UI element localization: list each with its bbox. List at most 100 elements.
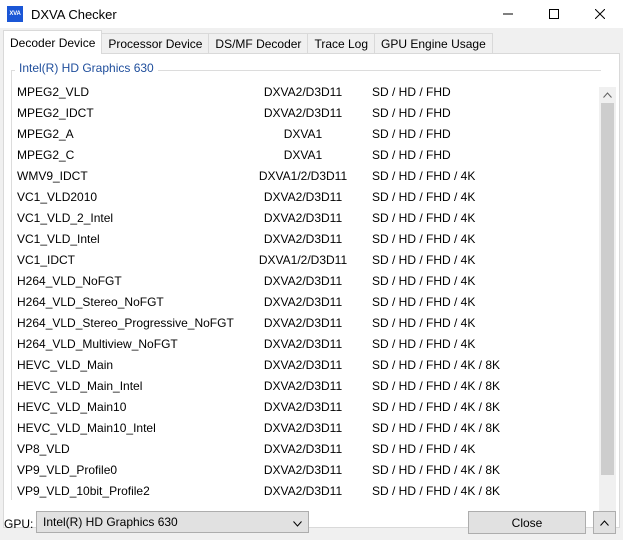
decoder-api: DXVA2/D3D11 (263, 190, 343, 204)
minimize-button[interactable] (485, 0, 531, 28)
gpu-select[interactable]: Intel(R) HD Graphics 630 (36, 511, 309, 533)
decoder-name: MPEG2_VLD (17, 85, 90, 99)
decoder-resolutions: SD / HD / FHD (372, 148, 451, 162)
window-title: DXVA Checker (31, 6, 117, 22)
decoder-resolutions: SD / HD / FHD (372, 85, 451, 99)
decoder-api: DXVA2/D3D11 (263, 463, 343, 477)
tab-decoder-device[interactable]: Decoder Device (3, 30, 103, 54)
chevron-down-icon (293, 516, 302, 530)
decoder-api: DXVA2/D3D11 (263, 337, 343, 351)
decoder-row[interactable]: HEVC_VLD_Main DXVA2/D3D11 SD / HD / FHD / … (10, 355, 600, 376)
decoder-resolutions: SD / HD / FHD / 4K (372, 337, 476, 351)
tab-trace-log[interactable]: Trace Log (307, 33, 376, 54)
decoder-row[interactable]: H264_VLD_Stereo_NoFGT DXVA2/D3D11 SD / HD … (10, 292, 600, 313)
decoder-row[interactable]: HEVC_VLD_Main_Intel DXVA2/D3D11 SD / HD / … (10, 376, 600, 397)
decoder-resolutions: SD / HD / FHD / 4K (372, 169, 476, 183)
decoder-resolutions: SD / HD / FHD / 4K / 8K (372, 358, 501, 372)
decoder-row[interactable]: WMV9_IDCT DXVA1/2/D3D11 SD / HD / FHD / 4K (10, 166, 600, 187)
decoder-name: H264_VLD_NoFGT (17, 274, 122, 288)
decoder-resolutions: SD / HD / FHD / 4K / 8K (372, 421, 501, 435)
gpu-select-value: Intel(R) HD Graphics 630 (43, 515, 178, 529)
decoder-row[interactable]: VC1_VLD_2_Intel DXVA2/D3D11 SD / HD / FHD … (10, 208, 600, 229)
decoder-resolutions: SD / HD / FHD / 4K (372, 211, 476, 225)
decoder-row[interactable]: HEVC_VLD_Main10_Intel DXVA2/D3D11 SD / HD … (10, 418, 600, 439)
tab-processor-device[interactable]: Processor Device (101, 33, 210, 54)
decoder-resolutions: SD / HD / FHD / 4K (372, 295, 476, 309)
decoder-name: H264_VLD_Stereo_NoFGT (17, 295, 164, 309)
decoder-api: DXVA1 (283, 148, 323, 162)
decoder-name: VP9_VLD_Profile0 (17, 463, 118, 477)
vertical-scrollbar[interactable] (599, 87, 616, 527)
decoder-api: DXVA2/D3D11 (263, 316, 343, 330)
expand-button[interactable] (593, 511, 616, 534)
decoder-api: DXVA2/D3D11 (263, 274, 343, 288)
decoder-api: DXVA1/2/D3D11 (258, 169, 348, 183)
scroll-thumb[interactable] (601, 103, 614, 475)
decoder-name: HEVC_VLD_Main (17, 358, 114, 372)
decoder-resolutions: SD / HD / FHD (372, 127, 451, 141)
decoder-row[interactable]: MPEG2_A DXVA1 SD / HD / FHD (10, 124, 600, 145)
decoder-name: VP8_VLD (17, 442, 70, 456)
decoder-name: HEVC_VLD_Main10_Intel (17, 421, 156, 435)
decoder-api: DXVA2/D3D11 (263, 106, 343, 120)
close-button[interactable]: Close (468, 511, 586, 534)
decoder-resolutions: SD / HD / FHD / 4K / 8K (372, 400, 501, 414)
gpu-label: GPU: (4, 517, 34, 531)
chevron-up-icon (603, 92, 612, 98)
decoder-resolutions: SD / HD / FHD / 4K / 8K (372, 484, 501, 498)
decoder-row[interactable]: VC1_VLD2010 DXVA2/D3D11 SD / HD / FHD / 4K (10, 187, 600, 208)
maximize-button[interactable] (531, 0, 577, 28)
decoder-row[interactable]: VC1_VLD_Intel DXVA2/D3D11 SD / HD / FHD / … (10, 229, 600, 250)
decoder-row[interactable]: H264_VLD_Stereo_Progressive_NoFGT DXVA2/D… (10, 313, 600, 334)
decoder-row[interactable]: MPEG2_C DXVA1 SD / HD / FHD (10, 145, 600, 166)
minimize-icon (503, 13, 513, 15)
decoder-list[interactable]: MPEG2_VLD DXVA2/D3D11 SD / HD / FHD MPEG2_I… (10, 82, 600, 525)
decoder-row[interactable]: VP9_VLD_Profile0 DXVA2/D3D11 SD / HD / FHD… (10, 460, 600, 481)
decoder-row[interactable]: H264_VLD_Multiview_NoFGT DXVA2/D3D11 SD / … (10, 334, 600, 355)
tab-gpu-engine-usage[interactable]: GPU Engine Usage (374, 33, 493, 54)
close-icon (595, 9, 605, 19)
decoder-row[interactable]: VC1_IDCT DXVA1/2/D3D11 SD / HD / FHD / 4K (10, 250, 600, 271)
decoder-row[interactable]: VP8_VLD DXVA2/D3D11 SD / HD / FHD / 4K (10, 439, 600, 460)
decoder-api: DXVA2/D3D11 (263, 232, 343, 246)
decoder-row[interactable]: VP9_VLD_10bit_Profile2 DXVA2/D3D11 SD / HD… (10, 481, 600, 502)
decoder-api: DXVA2/D3D11 (263, 358, 343, 372)
decoder-name: VC1_VLD_Intel (17, 232, 100, 246)
tab-strip: Decoder Device Processor Device DS/MF De… (3, 30, 493, 54)
decoder-api: DXVA1 (283, 127, 323, 141)
decoder-resolutions: SD / HD / FHD / 4K (372, 190, 476, 204)
decoder-row[interactable]: HEVC_VLD_Main10 DXVA2/D3D11 SD / HD / FHD … (10, 397, 600, 418)
decoder-name: VC1_VLD_2_Intel (17, 211, 114, 225)
decoder-name: MPEG2_A (17, 127, 74, 141)
decoder-api: DXVA2/D3D11 (263, 211, 343, 225)
tab-panel: Intel(R) HD Graphics 630 MPEG2_VLD DXVA2/… (3, 53, 620, 528)
decoder-name: VC1_VLD2010 (17, 190, 98, 204)
decoder-api: DXVA2/D3D11 (263, 400, 343, 414)
decoder-api: DXVA2/D3D11 (263, 442, 343, 456)
decoder-name: WMV9_IDCT (17, 169, 88, 183)
decoder-row[interactable]: MPEG2_IDCT DXVA2/D3D11 SD / HD / FHD (10, 103, 600, 124)
scroll-up-button[interactable] (599, 87, 616, 103)
decoder-row[interactable]: MPEG2_VLD DXVA2/D3D11 SD / HD / FHD (10, 82, 600, 103)
decoder-name: H264_VLD_Multiview_NoFGT (17, 337, 178, 351)
title-bar[interactable]: XVA DXVA Checker (0, 0, 623, 28)
chevron-up-icon (600, 519, 609, 526)
decoder-resolutions: SD / HD / FHD / 4K (372, 316, 476, 330)
decoder-name: H264_VLD_Stereo_Progressive_NoFGT (17, 316, 234, 330)
decoder-resolutions: SD / HD / FHD (372, 106, 451, 120)
decoder-api: DXVA2/D3D11 (263, 379, 343, 393)
close-window-button[interactable] (577, 0, 623, 28)
decoder-name: VP9_VLD_10bit_Profile2 (17, 484, 150, 498)
decoder-row[interactable]: H264_VLD_NoFGT DXVA2/D3D11 SD / HD / FHD /… (10, 271, 600, 292)
app-icon: XVA (7, 6, 23, 22)
decoder-api: DXVA2/D3D11 (263, 85, 343, 99)
tab-ds-mf-decoder[interactable]: DS/MF Decoder (208, 33, 309, 54)
decoder-api: DXVA2/D3D11 (263, 484, 343, 498)
decoder-resolutions: SD / HD / FHD / 4K (372, 442, 476, 456)
decoder-name: MPEG2_IDCT (17, 106, 94, 120)
decoder-resolutions: SD / HD / FHD / 4K (372, 232, 476, 246)
window-body: Decoder Device Processor Device DS/MF De… (0, 28, 623, 540)
decoder-resolutions: SD / HD / FHD / 4K (372, 274, 476, 288)
decoder-api: DXVA1/2/D3D11 (258, 253, 348, 267)
decoder-name: HEVC_VLD_Main10 (17, 400, 127, 414)
